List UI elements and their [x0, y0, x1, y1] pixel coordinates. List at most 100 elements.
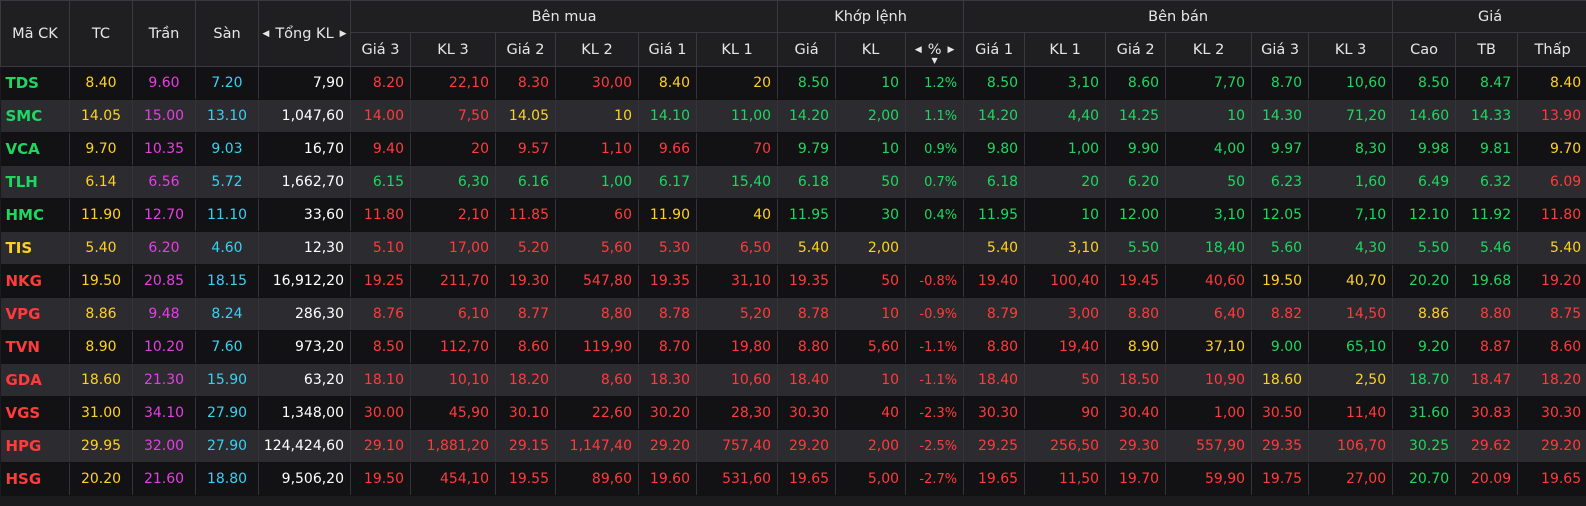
avg-cell: 8.87: [1455, 330, 1519, 364]
table-row[interactable]: VCA 9.70 10.35 9.03 16,70 9.40 20 9.57 1,10 9.66 7…: [0, 132, 1586, 166]
buy-price-2-cell: 29.15: [495, 429, 556, 463]
buy-price-3-cell: 29.10: [350, 429, 411, 463]
sell-vol-1-cell: 90: [1024, 396, 1107, 430]
symbol-cell[interactable]: TLH: [0, 165, 70, 199]
table-row[interactable]: NKG 19.50 20.85 18.15 16,912,20 19.25 211,70 19…: [0, 264, 1586, 298]
symbol-cell[interactable]: VGS: [0, 396, 70, 430]
table-row[interactable]: HMC 11.90 12.70 11.10 33,60 11.80 2,10 11.85 60 1…: [0, 198, 1586, 232]
table-row[interactable]: SMC 14.05 15.00 13.10 1,047,60 14.00 7,50 14.05…: [0, 99, 1586, 133]
total-volume-cell: 286,30: [258, 297, 351, 331]
ref-price-cell: 9.70: [69, 132, 133, 166]
sell-price-2-cell: 12.00: [1105, 198, 1167, 232]
table-row[interactable]: TDS 8.40 9.60 7.20 7,90 8.20 22,10 8.30 30,00 8.4…: [0, 66, 1586, 100]
symbol-cell[interactable]: VCA: [0, 132, 70, 166]
sort-desc-icon[interactable]: ▼: [932, 56, 938, 65]
sell-vol-2-cell: 10,90: [1165, 363, 1253, 397]
table-row[interactable]: VPG 8.86 9.48 8.24 286,30 8.76 6,10 8.77 8,80 8.7…: [0, 297, 1586, 331]
sell-price-1-cell: 18.40: [963, 363, 1026, 397]
header-buy-price-2[interactable]: Giá 2: [495, 32, 556, 67]
table-row[interactable]: TLH 6.14 6.56 5.72 1,662,70 6.15 6,30 6.16 1,00 6…: [0, 165, 1586, 199]
symbol-cell[interactable]: TIS: [0, 231, 70, 265]
header-sell-price-2[interactable]: Giá 2: [1105, 32, 1167, 67]
match-pct-cell: -0.8%: [905, 264, 965, 298]
match-vol-cell: 50: [835, 165, 907, 199]
symbol-cell[interactable]: GDA: [0, 363, 70, 397]
symbol-cell[interactable]: VPG: [0, 297, 70, 331]
buy-price-1-cell: 9.66: [638, 132, 697, 166]
symbol-cell[interactable]: NKG: [0, 264, 70, 298]
buy-vol-3-cell: 1,881,20: [410, 429, 496, 463]
buy-vol-1-cell: 28,30: [696, 396, 779, 430]
header-buy-vol-2[interactable]: KL 2: [555, 32, 639, 67]
header-floor[interactable]: Sàn: [195, 0, 259, 67]
ceiling-price-cell: 6.20: [132, 231, 196, 265]
header-buy-price-3[interactable]: Giá 3: [350, 32, 411, 67]
header-low[interactable]: Thấp: [1517, 32, 1586, 67]
symbol-cell[interactable]: TDS: [0, 66, 70, 100]
high-cell: 20.20: [1392, 264, 1457, 298]
header-total-volume-label: Tổng KL: [275, 25, 334, 42]
sell-price-3-cell: 12.05: [1251, 198, 1310, 232]
header-sell-vol-3[interactable]: KL 3: [1308, 32, 1394, 67]
header-sell-price-3[interactable]: Giá 3: [1251, 32, 1310, 67]
header-buy-price-1[interactable]: Giá 1: [638, 32, 697, 67]
header-total-volume[interactable]: ◀ Tổng KL ▶: [258, 0, 351, 67]
arrow-left-icon[interactable]: ◀: [915, 45, 922, 55]
table-row[interactable]: VGS 31.00 34.10 27.90 1,348,00 30.00 45,90 30.1…: [0, 396, 1586, 430]
symbol-cell[interactable]: HSG: [0, 462, 70, 496]
buy-price-3-cell: 8.20: [350, 66, 411, 100]
symbol-cell[interactable]: HPG: [0, 429, 70, 463]
sell-vol-2-cell: 40,60: [1165, 264, 1253, 298]
sell-price-1-cell: 30.30: [963, 396, 1026, 430]
header-buy-vol-1[interactable]: KL 1: [695, 32, 779, 67]
ceiling-price-cell: 20.85: [132, 264, 196, 298]
arrow-right-icon[interactable]: ▶: [947, 45, 954, 55]
ceiling-price-cell: 6.56: [132, 165, 196, 199]
header-match-pct[interactable]: ◀% ▶ ▼: [905, 32, 965, 67]
header-sell-vol-2[interactable]: KL 2: [1165, 32, 1253, 67]
header-match-vol[interactable]: KL: [835, 32, 907, 67]
symbol-cell[interactable]: TVN: [0, 330, 70, 364]
header-ref[interactable]: TC: [69, 0, 133, 67]
buy-vol-2-cell: 10: [555, 99, 639, 133]
header-avg[interactable]: TB: [1455, 32, 1519, 67]
header-sell-price-1[interactable]: Giá 1: [963, 32, 1026, 67]
sell-price-1-cell: 14.20: [963, 99, 1026, 133]
high-cell: 8.50: [1392, 66, 1457, 100]
floor-price-cell: 15.90: [195, 363, 259, 397]
avg-cell: 8.80: [1455, 297, 1519, 331]
avg-cell: 8.47: [1455, 66, 1519, 100]
sell-vol-3-cell: 10,60: [1308, 66, 1394, 100]
buy-price-1-cell: 8.78: [638, 297, 697, 331]
buy-vol-2-cell: 60: [555, 198, 639, 232]
arrow-left-icon[interactable]: ◀: [262, 29, 269, 39]
total-volume-cell: 12,30: [258, 231, 351, 265]
sell-price-2-cell: 9.90: [1105, 132, 1167, 166]
buy-price-1-cell: 6.17: [638, 165, 697, 199]
table-row[interactable]: TVN 8.90 10.20 7.60 973,20 8.50 112,70 8.60 119,…: [0, 330, 1586, 364]
symbol-cell[interactable]: HMC: [0, 198, 70, 232]
table-row[interactable]: HSG 20.20 21.60 18.80 9,506,20 19.50 454,10 19.…: [0, 462, 1586, 496]
table-row[interactable]: GDA 18.60 21.30 15.90 63,20 18.10 10,10 18.20 8,…: [0, 363, 1586, 397]
header-sell-vol-1[interactable]: KL 1: [1024, 32, 1107, 67]
buy-price-1-cell: 19.35: [638, 264, 697, 298]
match-pct-cell: 0.4%: [905, 198, 965, 232]
ref-price-cell: 29.95: [69, 429, 133, 463]
low-cell: 8.75: [1517, 297, 1586, 331]
header-ceiling[interactable]: Trần: [132, 0, 196, 67]
symbol-cell[interactable]: SMC: [0, 99, 70, 133]
match-pct-cell: 1.1%: [905, 99, 965, 133]
sell-price-2-cell: 8.90: [1105, 330, 1167, 364]
arrow-right-icon[interactable]: ▶: [340, 29, 347, 39]
header-buy-vol-3[interactable]: KL 3: [410, 32, 496, 67]
table-row[interactable]: HPG 29.95 32.00 27.90 124,424,60 29.10 1,881,2…: [0, 429, 1586, 463]
high-cell: 31.60: [1392, 396, 1457, 430]
header-symbol[interactable]: Mã CK: [0, 0, 70, 67]
buy-price-2-cell: 8.60: [495, 330, 556, 364]
sell-vol-1-cell: 20: [1024, 165, 1107, 199]
sell-price-2-cell: 6.20: [1105, 165, 1167, 199]
header-high[interactable]: Cao: [1392, 32, 1457, 67]
table-row[interactable]: TIS 5.40 6.20 4.60 12,30 5.10 17,00 5.20 5,60 5.3…: [0, 231, 1586, 265]
header-match-price[interactable]: Giá: [777, 32, 837, 67]
ref-price-cell: 8.90: [69, 330, 133, 364]
